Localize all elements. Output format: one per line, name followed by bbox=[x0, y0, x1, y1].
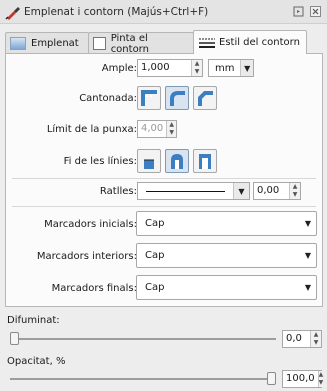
fill-stroke-icon bbox=[5, 6, 20, 20]
dashes-label: Ratlles: bbox=[99, 186, 137, 197]
bevel-join-icon bbox=[198, 91, 213, 106]
dash-offset-spinner-arrows[interactable]: ▲ ▼ bbox=[289, 183, 300, 199]
blur-spinner-arrows[interactable]: ▲ ▼ bbox=[310, 331, 321, 347]
chevron-down-icon: ▼ bbox=[304, 283, 312, 292]
blur-label: Difuminat: bbox=[7, 315, 60, 326]
opacity-slider-track[interactable] bbox=[10, 378, 276, 380]
fill-swatch-icon bbox=[10, 37, 26, 50]
markers-start-select[interactable]: Cap ▼ bbox=[136, 211, 317, 236]
tab-fill-label: Emplenat bbox=[31, 38, 79, 49]
butt-cap-icon bbox=[144, 159, 154, 169]
miter-limit-value: 4,00 bbox=[141, 123, 164, 134]
dash-offset-value: 0,00 bbox=[257, 185, 280, 196]
join-label: Cantonada: bbox=[79, 93, 137, 104]
opacity-slider-handle[interactable] bbox=[267, 372, 276, 385]
markers-start-value: Cap bbox=[145, 218, 165, 229]
chevron-down-icon: ▼ bbox=[304, 219, 312, 228]
butt-cap-button[interactable] bbox=[137, 149, 161, 173]
width-label: Ample: bbox=[101, 63, 137, 74]
tab-stroke-style[interactable]: Estil del contorn bbox=[193, 30, 307, 54]
blur-slider-track[interactable] bbox=[10, 338, 276, 340]
separator bbox=[12, 206, 316, 207]
width-unit-select[interactable]: mm ▼ bbox=[208, 59, 254, 77]
markers-mid-value: Cap bbox=[145, 250, 165, 261]
square-cap-icon bbox=[199, 154, 211, 169]
opacity-value: 100,0 bbox=[286, 373, 315, 384]
chevron-down-icon: ▼ bbox=[240, 60, 253, 76]
opacity-spinner-arrows[interactable]: ▲ ▼ bbox=[317, 371, 324, 387]
close-icon[interactable] bbox=[309, 6, 321, 18]
separator bbox=[12, 178, 316, 179]
miter-limit-spinner[interactable]: 4,00 ▲ ▼ bbox=[137, 120, 177, 138]
cap-label: Fi de les línies: bbox=[63, 156, 137, 167]
chevron-down-icon: ▼ bbox=[304, 251, 312, 260]
window-title: Emplenat i contorn (Majús+Ctrl+F) bbox=[24, 5, 209, 18]
round-cap-button[interactable] bbox=[165, 149, 189, 173]
stroke-paint-icon bbox=[93, 37, 106, 50]
dash-offset-spinner[interactable]: 0,00 ▲ ▼ bbox=[253, 182, 301, 200]
tab-bar: Emplenat Pinta el contorn Estil del cont… bbox=[5, 30, 323, 55]
width-spinner-arrows[interactable]: ▲ ▼ bbox=[191, 60, 202, 76]
dash-pattern-select[interactable]: ▼ bbox=[137, 182, 250, 200]
restore-icon[interactable] bbox=[292, 6, 304, 18]
miter-join-button[interactable] bbox=[137, 86, 161, 110]
opacity-label: Opacitat, % bbox=[7, 356, 66, 367]
width-value: 1,000 bbox=[141, 62, 170, 73]
title-bar: Emplenat i contorn (Majús+Ctrl+F) bbox=[0, 0, 327, 24]
opacity-spinner[interactable]: 100,0 ▲ ▼ bbox=[282, 370, 324, 388]
stroke-style-icon bbox=[199, 38, 215, 48]
markers-end-label: Marcadors finals: bbox=[51, 283, 137, 294]
blur-spinner[interactable]: 0,0 ▲ ▼ bbox=[282, 330, 322, 348]
tab-fill[interactable]: Emplenat bbox=[5, 32, 89, 54]
stroke-style-panel: Ample: 1,000 ▲ ▼ mm ▼ Cantonada: Límit d… bbox=[5, 53, 323, 307]
blur-value: 0,0 bbox=[286, 333, 302, 344]
markers-mid-label: Marcadors interiors: bbox=[36, 251, 137, 262]
square-cap-button[interactable] bbox=[193, 149, 217, 173]
width-unit-value: mm bbox=[215, 62, 235, 74]
markers-end-value: Cap bbox=[145, 282, 165, 293]
round-cap-icon bbox=[171, 154, 183, 169]
width-spinner[interactable]: 1,000 ▲ ▼ bbox=[137, 59, 203, 77]
round-join-icon bbox=[170, 91, 185, 106]
round-join-button[interactable] bbox=[165, 86, 189, 110]
tab-stroke-style-label: Estil del contorn bbox=[219, 37, 300, 48]
tab-stroke-paint[interactable]: Pinta el contorn bbox=[88, 32, 194, 55]
miter-limit-label: Límit de la punxa: bbox=[46, 124, 137, 135]
markers-mid-select[interactable]: Cap ▼ bbox=[136, 243, 317, 268]
tab-stroke-paint-label: Pinta el contorn bbox=[110, 32, 149, 55]
markers-end-select[interactable]: Cap ▼ bbox=[136, 275, 317, 300]
miter-limit-spinner-arrows[interactable]: ▲ ▼ bbox=[166, 121, 176, 137]
miter-join-icon bbox=[141, 90, 157, 106]
bevel-join-button[interactable] bbox=[193, 86, 217, 110]
markers-start-label: Marcadors inicials: bbox=[44, 219, 137, 230]
chevron-down-icon: ▼ bbox=[233, 183, 249, 199]
blur-slider-handle[interactable] bbox=[10, 332, 19, 345]
dash-pattern-preview bbox=[138, 190, 233, 192]
